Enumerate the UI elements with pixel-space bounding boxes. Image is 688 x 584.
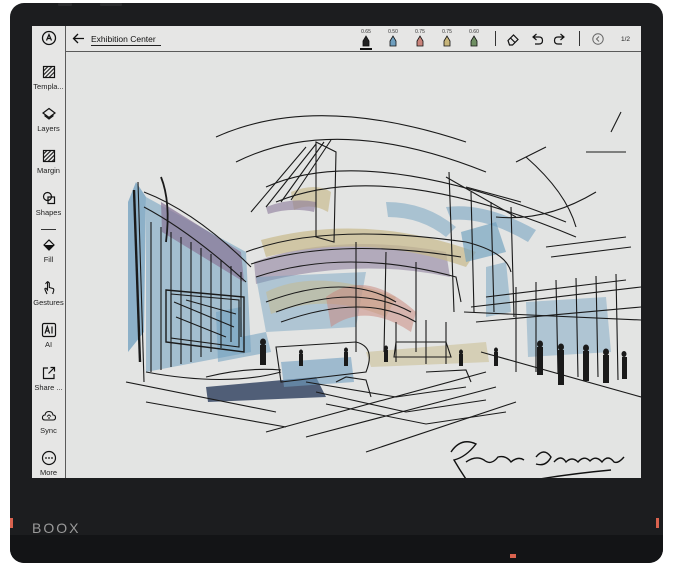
sidebar-item-ai[interactable]: AI <box>32 322 65 349</box>
ai-icon <box>41 322 56 338</box>
sidebar: Templa... Layers Margin Shapes Fill Gest… <box>32 26 66 478</box>
sidebar-item-fill[interactable]: Fill <box>32 237 65 264</box>
pen-5[interactable]: 0.60 <box>467 29 481 47</box>
page-title[interactable]: Exhibition Center <box>91 34 156 44</box>
sidebar-item-label: Fill <box>43 255 54 264</box>
sidebar-item-share[interactable]: Share ... <box>32 365 65 392</box>
sidebar-item-label: Share ... <box>34 383 63 392</box>
pen-3[interactable]: 0.75 <box>413 29 427 47</box>
gestures-icon <box>43 281 54 295</box>
sidebar-item-sync[interactable]: Sync <box>32 408 65 435</box>
margin-icon <box>42 149 55 163</box>
power-button <box>58 3 72 6</box>
undo-icon[interactable] <box>530 32 544 46</box>
sidebar-item-label: More <box>39 468 58 477</box>
accent-mark-bottom <box>510 554 516 558</box>
sidebar-item-label: Gestures <box>33 298 64 307</box>
back-arrow-icon[interactable] <box>72 32 85 45</box>
sidebar-item-label: Shapes <box>35 208 62 217</box>
pen-icon <box>389 35 397 47</box>
pen-icon <box>470 35 478 47</box>
pen-selected-indicator <box>360 48 372 50</box>
brand-logo: BOOX <box>32 520 81 536</box>
sidebar-item-label: AI <box>44 340 53 349</box>
pen-width-label: 0.75 <box>442 29 452 35</box>
volume-button <box>100 3 122 6</box>
eraser-icon[interactable] <box>506 32 520 46</box>
sidebar-item-layers[interactable]: Layers <box>32 106 65 133</box>
sidebar-divider <box>41 229 56 230</box>
sync-icon <box>41 410 56 421</box>
sidebar-item-margin[interactable]: Margin <box>32 148 65 175</box>
home-button[interactable] <box>32 30 65 46</box>
device-chin <box>10 535 663 563</box>
share-icon <box>42 366 55 380</box>
sidebar-item-templates[interactable]: Templa... <box>32 64 65 91</box>
layers-icon <box>41 107 56 120</box>
top-toolbar: Exhibition Center 0.65 0.50 0.75 0.75 0.… <box>66 26 641 52</box>
toolbar-divider <box>495 31 496 46</box>
pen-icon <box>443 35 451 47</box>
drawing-canvas[interactable] <box>66 52 641 478</box>
previous-page-icon[interactable] <box>592 33 604 45</box>
sidebar-item-label: Margin <box>37 166 60 175</box>
sidebar-item-label: Layers <box>37 124 60 133</box>
fill-icon <box>42 239 55 251</box>
pen-4[interactable]: 0.75 <box>440 29 454 47</box>
pen-width-label: 0.75 <box>415 29 425 35</box>
sidebar-item-label: Templa... <box>33 82 64 91</box>
accent-mark-left <box>10 518 13 528</box>
screen: Templa... Layers Margin Shapes Fill Gest… <box>32 26 641 478</box>
sidebar-item-more[interactable]: More <box>32 450 65 477</box>
pen-width-label: 0.50 <box>388 29 398 35</box>
template-icon <box>42 65 55 79</box>
home-icon <box>41 30 56 46</box>
toolbar-divider <box>579 31 580 46</box>
accent-mark-right <box>656 518 659 528</box>
more-icon <box>41 450 56 466</box>
page-indicator: 1/2 <box>621 36 631 43</box>
redo-icon[interactable] <box>553 32 567 46</box>
title-underline <box>91 45 161 46</box>
pen-width-label: 0.65 <box>361 29 371 35</box>
shapes-icon <box>42 191 55 205</box>
pen-icon <box>362 35 370 47</box>
pen-width-label: 0.60 <box>469 29 479 35</box>
sidebar-item-gestures[interactable]: Gestures <box>32 280 65 307</box>
pen-1[interactable]: 0.65 <box>359 29 373 50</box>
sidebar-item-shapes[interactable]: Shapes <box>32 190 65 217</box>
sidebar-item-label: Sync <box>40 426 57 435</box>
pen-icon <box>416 35 424 47</box>
pen-2[interactable]: 0.50 <box>386 29 400 47</box>
artist-signature <box>450 441 625 478</box>
